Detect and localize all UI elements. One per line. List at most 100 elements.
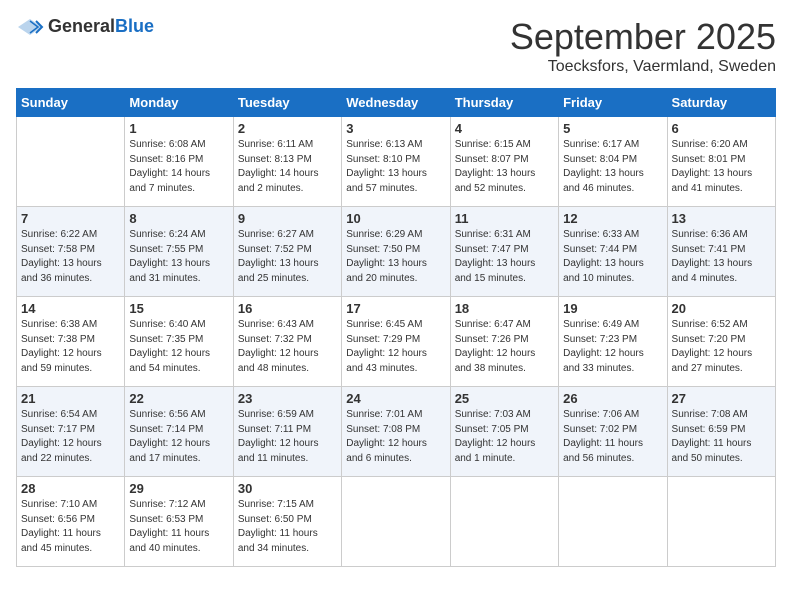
day-number: 3 xyxy=(346,121,445,136)
day-number: 23 xyxy=(238,391,337,406)
calendar-header-row: SundayMondayTuesdayWednesdayThursdayFrid… xyxy=(17,89,776,117)
day-info: Sunrise: 6:24 AM Sunset: 7:55 PM Dayligh… xyxy=(129,228,228,286)
day-number: 30 xyxy=(238,481,337,496)
calendar-cell: 4 Sunrise: 6:15 AM Sunset: 8:07 PM Daylig… xyxy=(450,117,558,207)
week-row-5: 28 Sunrise: 7:10 AM Sunset: 6:56 PM Dayli… xyxy=(17,477,776,567)
day-info: Sunrise: 7:03 AM Sunset: 7:05 PM Dayligh… xyxy=(455,408,554,466)
day-info: Sunrise: 6:56 AM Sunset: 7:14 PM Dayligh… xyxy=(129,408,228,466)
day-info: Sunrise: 6:33 AM Sunset: 7:44 PM Dayligh… xyxy=(563,228,662,286)
day-info: Sunrise: 7:10 AM Sunset: 6:56 PM Dayligh… xyxy=(21,498,120,556)
calendar-cell: 26Sunrise: 7:06 AM Sunset: 7:02 PM Dayli… xyxy=(559,387,667,477)
day-info: Sunrise: 6:29 AM Sunset: 7:50 PM Dayligh… xyxy=(346,228,445,286)
day-number: 16 xyxy=(238,301,337,316)
header-tuesday: Tuesday xyxy=(233,89,341,117)
day-info: Sunrise: 6:54 AM Sunset: 7:17 PM Dayligh… xyxy=(21,408,120,466)
calendar-cell: 9 Sunrise: 6:27 AM Sunset: 7:52 PM Daylig… xyxy=(233,207,341,297)
calendar-cell: 17 Sunrise: 6:45 AM Sunset: 7:29 PM Dayli… xyxy=(342,297,450,387)
day-info: Sunrise: 7:12 AM Sunset: 6:53 PM Dayligh… xyxy=(129,498,228,556)
logo-blue-text: Blue xyxy=(115,16,154,36)
calendar-cell: 27 Sunrise: 7:08 AM Sunset: 6:59 PM Dayli… xyxy=(667,387,775,477)
day-number: 18 xyxy=(455,301,554,316)
header-sunday: Sunday xyxy=(17,89,125,117)
day-number: 10 xyxy=(346,211,445,226)
day-number: 4 xyxy=(455,121,554,136)
day-info: Sunrise: 6:20 AM Sunset: 8:01 PM Dayligh… xyxy=(672,138,771,196)
calendar-cell: 25 Sunrise: 7:03 AM Sunset: 7:05 PM Dayli… xyxy=(450,387,558,477)
week-row-3: 14Sunrise: 6:38 AM Sunset: 7:38 PM Dayli… xyxy=(17,297,776,387)
day-info: Sunrise: 6:40 AM Sunset: 7:35 PM Dayligh… xyxy=(129,318,228,376)
day-number: 7 xyxy=(21,211,120,226)
day-number: 27 xyxy=(672,391,771,406)
calendar-cell: 30 Sunrise: 7:15 AM Sunset: 6:50 PM Dayli… xyxy=(233,477,341,567)
day-number: 13 xyxy=(672,211,771,226)
header-friday: Friday xyxy=(559,89,667,117)
day-number: 15 xyxy=(129,301,228,316)
day-number: 17 xyxy=(346,301,445,316)
calendar-cell: 23 Sunrise: 6:59 AM Sunset: 7:11 PM Dayli… xyxy=(233,387,341,477)
logo-general-text: General xyxy=(48,16,115,36)
day-number: 12 xyxy=(563,211,662,226)
day-info: Sunrise: 6:59 AM Sunset: 7:11 PM Dayligh… xyxy=(238,408,337,466)
calendar-cell: 19 Sunrise: 6:49 AM Sunset: 7:23 PM Dayli… xyxy=(559,297,667,387)
calendar-cell: 14Sunrise: 6:38 AM Sunset: 7:38 PM Dayli… xyxy=(17,297,125,387)
day-info: Sunrise: 6:52 AM Sunset: 7:20 PM Dayligh… xyxy=(672,318,771,376)
day-number: 9 xyxy=(238,211,337,226)
day-info: Sunrise: 6:13 AM Sunset: 8:10 PM Dayligh… xyxy=(346,138,445,196)
calendar-cell: 22 Sunrise: 6:56 AM Sunset: 7:14 PM Dayli… xyxy=(125,387,233,477)
day-info: Sunrise: 6:45 AM Sunset: 7:29 PM Dayligh… xyxy=(346,318,445,376)
day-number: 29 xyxy=(129,481,228,496)
day-number: 21 xyxy=(21,391,120,406)
calendar-cell: 5 Sunrise: 6:17 AM Sunset: 8:04 PM Daylig… xyxy=(559,117,667,207)
calendar-cell: 13 Sunrise: 6:36 AM Sunset: 7:41 PM Dayli… xyxy=(667,207,775,297)
calendar-cell: 2Sunrise: 6:11 AM Sunset: 8:13 PM Daylig… xyxy=(233,117,341,207)
day-number: 14 xyxy=(21,301,120,316)
calendar-cell: 12 Sunrise: 6:33 AM Sunset: 7:44 PM Dayli… xyxy=(559,207,667,297)
day-number: 19 xyxy=(563,301,662,316)
calendar-cell: 21 Sunrise: 6:54 AM Sunset: 7:17 PM Dayli… xyxy=(17,387,125,477)
day-number: 28 xyxy=(21,481,120,496)
header-wednesday: Wednesday xyxy=(342,89,450,117)
calendar-cell: 20 Sunrise: 6:52 AM Sunset: 7:20 PM Dayli… xyxy=(667,297,775,387)
day-number: 22 xyxy=(129,391,228,406)
calendar-cell: 8 Sunrise: 6:24 AM Sunset: 7:55 PM Daylig… xyxy=(125,207,233,297)
day-info: Sunrise: 6:22 AM Sunset: 7:58 PM Dayligh… xyxy=(21,228,120,286)
day-number: 5 xyxy=(563,121,662,136)
calendar-cell xyxy=(450,477,558,567)
header-saturday: Saturday xyxy=(667,89,775,117)
day-number: 25 xyxy=(455,391,554,406)
day-info: Sunrise: 6:49 AM Sunset: 7:23 PM Dayligh… xyxy=(563,318,662,376)
calendar-cell: 16Sunrise: 6:43 AM Sunset: 7:32 PM Dayli… xyxy=(233,297,341,387)
day-info: Sunrise: 6:17 AM Sunset: 8:04 PM Dayligh… xyxy=(563,138,662,196)
month-title: September 2025 xyxy=(510,16,776,58)
calendar-cell: 7 Sunrise: 6:22 AM Sunset: 7:58 PM Daylig… xyxy=(17,207,125,297)
day-info: Sunrise: 6:08 AM Sunset: 8:16 PM Dayligh… xyxy=(129,138,228,196)
calendar-body: 1Sunrise: 6:08 AM Sunset: 8:16 PM Daylig… xyxy=(17,117,776,567)
logo-icon xyxy=(16,17,44,37)
calendar-cell: 6Sunrise: 6:20 AM Sunset: 8:01 PM Daylig… xyxy=(667,117,775,207)
day-info: Sunrise: 6:47 AM Sunset: 7:26 PM Dayligh… xyxy=(455,318,554,376)
day-number: 2 xyxy=(238,121,337,136)
calendar-cell: 28 Sunrise: 7:10 AM Sunset: 6:56 PM Dayli… xyxy=(17,477,125,567)
calendar-cell: 29 Sunrise: 7:12 AM Sunset: 6:53 PM Dayli… xyxy=(125,477,233,567)
day-info: Sunrise: 7:01 AM Sunset: 7:08 PM Dayligh… xyxy=(346,408,445,466)
calendar-cell: 1Sunrise: 6:08 AM Sunset: 8:16 PM Daylig… xyxy=(125,117,233,207)
header-monday: Monday xyxy=(125,89,233,117)
day-number: 8 xyxy=(129,211,228,226)
day-number: 24 xyxy=(346,391,445,406)
calendar-cell: 3 Sunrise: 6:13 AM Sunset: 8:10 PM Daylig… xyxy=(342,117,450,207)
day-info: Sunrise: 7:08 AM Sunset: 6:59 PM Dayligh… xyxy=(672,408,771,466)
day-info: Sunrise: 7:15 AM Sunset: 6:50 PM Dayligh… xyxy=(238,498,337,556)
day-number: 26 xyxy=(563,391,662,406)
page-header: GeneralBlue September 2025 Toecksfors, V… xyxy=(16,16,776,76)
day-info: Sunrise: 6:36 AM Sunset: 7:41 PM Dayligh… xyxy=(672,228,771,286)
day-info: Sunrise: 6:27 AM Sunset: 7:52 PM Dayligh… xyxy=(238,228,337,286)
calendar-cell xyxy=(667,477,775,567)
day-info: Sunrise: 6:15 AM Sunset: 8:07 PM Dayligh… xyxy=(455,138,554,196)
calendar-table: SundayMondayTuesdayWednesdayThursdayFrid… xyxy=(16,88,776,567)
logo: GeneralBlue xyxy=(16,16,154,37)
calendar-cell xyxy=(17,117,125,207)
calendar-cell: 15 Sunrise: 6:40 AM Sunset: 7:35 PM Dayli… xyxy=(125,297,233,387)
day-number: 20 xyxy=(672,301,771,316)
calendar-cell xyxy=(342,477,450,567)
calendar-cell xyxy=(559,477,667,567)
